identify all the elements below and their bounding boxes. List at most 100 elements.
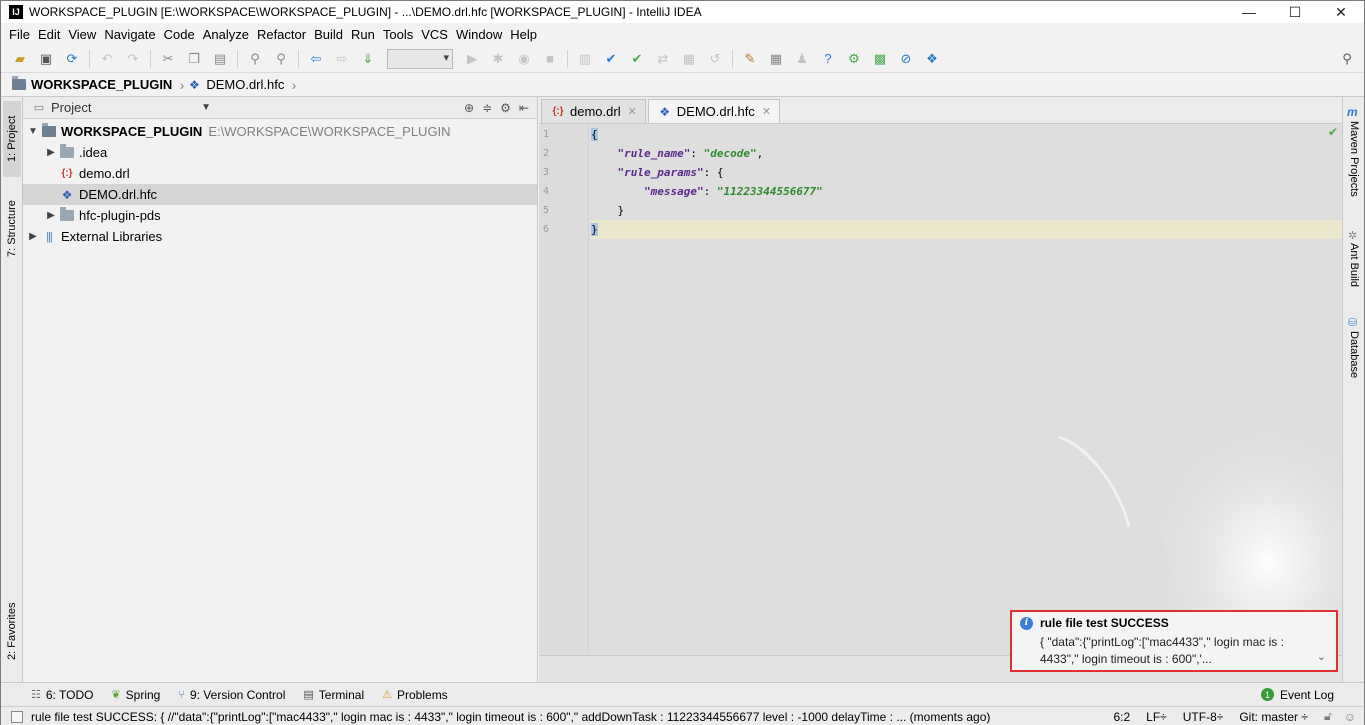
tab-favorites[interactable]: 2: Favorites	[3, 591, 21, 671]
tab-terminal[interactable]: ▤ Terminal	[303, 688, 364, 702]
close-icon[interactable]: ✕	[628, 105, 637, 118]
replace-icon[interactable]: ⚲	[272, 50, 290, 68]
vcs-history-icon[interactable]: ▦	[680, 50, 698, 68]
forward-icon[interactable]: ⇨	[333, 50, 351, 68]
coverage-icon[interactable]: ◉	[515, 50, 533, 68]
chevron-down-icon[interactable]: ⌄	[1317, 650, 1326, 663]
undo-icon[interactable]: ↶	[98, 50, 116, 68]
chevron-right-icon[interactable]: ▶	[43, 147, 59, 158]
find-icon[interactable]: ⚲	[246, 50, 264, 68]
vcs-compare-icon[interactable]: ⇄	[654, 50, 672, 68]
status-message[interactable]: rule file test SUCCESS: { //"data":{"pri…	[31, 710, 1105, 724]
line-separator[interactable]: LF÷	[1146, 710, 1167, 724]
tab-demo-drl[interactable]: {:} demo.drl ✕	[541, 99, 646, 123]
menu-vcs[interactable]: VCS	[421, 27, 448, 42]
tab-demo-hfc[interactable]: ❖ DEMO.drl.hfc ✕	[647, 99, 781, 123]
menu-tools[interactable]: Tools	[383, 27, 413, 42]
menu-navigate[interactable]: Navigate	[104, 27, 155, 42]
close-button[interactable]: ✕	[1318, 1, 1364, 23]
paste-icon[interactable]: ▤	[211, 50, 229, 68]
back-icon[interactable]: ⇦	[307, 50, 325, 68]
ant-icon: ✲	[1348, 230, 1358, 242]
menu-file[interactable]: File	[9, 27, 30, 42]
copy-icon[interactable]: ❐	[185, 50, 203, 68]
vcs-commit-icon[interactable]: ✔	[628, 50, 646, 68]
event-log-count-badge: 1	[1260, 688, 1274, 701]
code-line-current: }	[591, 220, 1342, 239]
collapse-all-icon[interactable]: ≑	[482, 101, 492, 115]
maximize-button[interactable]: ☐	[1272, 1, 1318, 23]
tab-database[interactable]: Database	[1345, 331, 1363, 391]
run-config-combo[interactable]	[387, 48, 453, 69]
run-icon[interactable]: ▶	[463, 50, 481, 68]
chevron-right-icon[interactable]: ▶	[43, 210, 59, 221]
menu-code[interactable]: Code	[164, 27, 195, 42]
settings-icon[interactable]: ✎	[741, 50, 759, 68]
plugin-icon[interactable]: ⚙	[845, 50, 863, 68]
tab-event-log[interactable]: 1 Event Log	[1260, 688, 1334, 702]
cut-icon[interactable]: ✂	[159, 50, 177, 68]
notification-balloon[interactable]: i rule file test SUCCESS { "data":{"prin…	[1010, 610, 1338, 672]
check-icon: ✔	[1327, 125, 1338, 139]
tab-favorites-label: 2: Favorites	[6, 602, 18, 660]
menu-refactor[interactable]: Refactor	[257, 27, 306, 42]
toggle-tool-windows-icon[interactable]	[11, 710, 23, 723]
tab-structure[interactable]: 7: Structure	[3, 189, 21, 269]
tab-maven-projects[interactable]: Maven Projects	[1345, 121, 1363, 217]
vcs-update-icon[interactable]: ✔	[602, 50, 620, 68]
menu-run[interactable]: Run	[351, 27, 375, 42]
chevron-right-icon[interactable]: ▶	[25, 231, 41, 242]
menu-window[interactable]: Window	[456, 27, 502, 42]
minimize-button[interactable]: —	[1226, 1, 1272, 23]
menu-analyze[interactable]: Analyze	[203, 27, 249, 42]
breadcrumb-file[interactable]: ❖ DEMO.drl.hfc	[186, 74, 298, 96]
sync-icon[interactable]: ⟳	[63, 50, 81, 68]
tree-row-idea[interactable]: ▶ .idea	[23, 142, 537, 163]
menu-help[interactable]: Help	[510, 27, 537, 42]
close-icon[interactable]: ✕	[762, 105, 771, 118]
locate-icon[interactable]: ⊕	[464, 101, 474, 115]
tab-todo[interactable]: ☷ 6: TODO	[31, 688, 93, 702]
open-folder-icon[interactable]: ▰	[11, 50, 29, 68]
project-structure-icon[interactable]: ▦	[767, 50, 785, 68]
disable-icon[interactable]: ⊘	[897, 50, 915, 68]
vcs-revert-icon[interactable]: ↺	[706, 50, 724, 68]
left-tool-strip: 1: Project 7: Structure 2: Favorites	[1, 97, 23, 682]
hfc-plugin-icon[interactable]: ❖	[923, 50, 941, 68]
menu-build[interactable]: Build	[314, 27, 343, 42]
tab-problems[interactable]: ⚠ Problems	[382, 688, 448, 702]
lock-icon[interactable]: 🔓︎	[1324, 709, 1332, 724]
tree-row-root[interactable]: ▼ WORKSPACE_PLUGIN E:\WORKSPACE\WORKSPAC…	[23, 121, 537, 142]
tab-spring[interactable]: ❦ Spring	[111, 688, 160, 702]
project-panel-actions: ⊕ ≑ ⚙ ⇤	[464, 101, 537, 115]
sdk-icon[interactable]: ♟	[793, 50, 811, 68]
project-view-selector[interactable]: ▭ Project ▼	[31, 100, 211, 115]
chevron-down-icon[interactable]: ▼	[25, 126, 41, 137]
menu-edit[interactable]: Edit	[38, 27, 60, 42]
tab-version-control[interactable]: ⑂ 9: Version Control	[178, 688, 285, 702]
tab-ant-build[interactable]: Ant Build	[1345, 243, 1363, 303]
monitor-icon[interactable]: ▩	[871, 50, 889, 68]
inspector-icon[interactable]: ☺	[1344, 710, 1356, 724]
breadcrumb-project[interactable]: WORKSPACE_PLUGIN	[11, 74, 186, 96]
build-icon[interactable]: ▥	[576, 50, 594, 68]
hide-panel-icon[interactable]: ⇤	[519, 101, 529, 115]
file-encoding[interactable]: UTF-8÷	[1183, 710, 1224, 724]
help-icon[interactable]: ?	[819, 50, 837, 68]
redo-icon[interactable]: ↷	[124, 50, 142, 68]
git-branch[interactable]: Git: master ÷	[1239, 710, 1308, 724]
debug-icon[interactable]: ✱	[489, 50, 507, 68]
tab-project[interactable]: 1: Project	[3, 101, 21, 177]
gear-icon[interactable]: ⚙	[500, 101, 511, 115]
search-icon[interactable]: ⚲	[1338, 50, 1356, 68]
tree-row-hfc-plugin-pds[interactable]: ▶ hfc-plugin-pds	[23, 205, 537, 226]
code-line: }	[591, 201, 1342, 220]
save-icon[interactable]: ▣	[37, 50, 55, 68]
sort-icon[interactable]: ⇓	[359, 50, 377, 68]
tree-row-external-libraries[interactable]: ▶ ||| External Libraries	[23, 226, 537, 247]
menu-view[interactable]: View	[68, 27, 96, 42]
caret-position[interactable]: 6:2	[1113, 710, 1130, 724]
tree-row-demo-drl[interactable]: {:} demo.drl	[23, 163, 537, 184]
tree-row-demo-hfc[interactable]: ❖ DEMO.drl.hfc	[23, 184, 537, 205]
stop-icon[interactable]: ■	[541, 50, 559, 68]
